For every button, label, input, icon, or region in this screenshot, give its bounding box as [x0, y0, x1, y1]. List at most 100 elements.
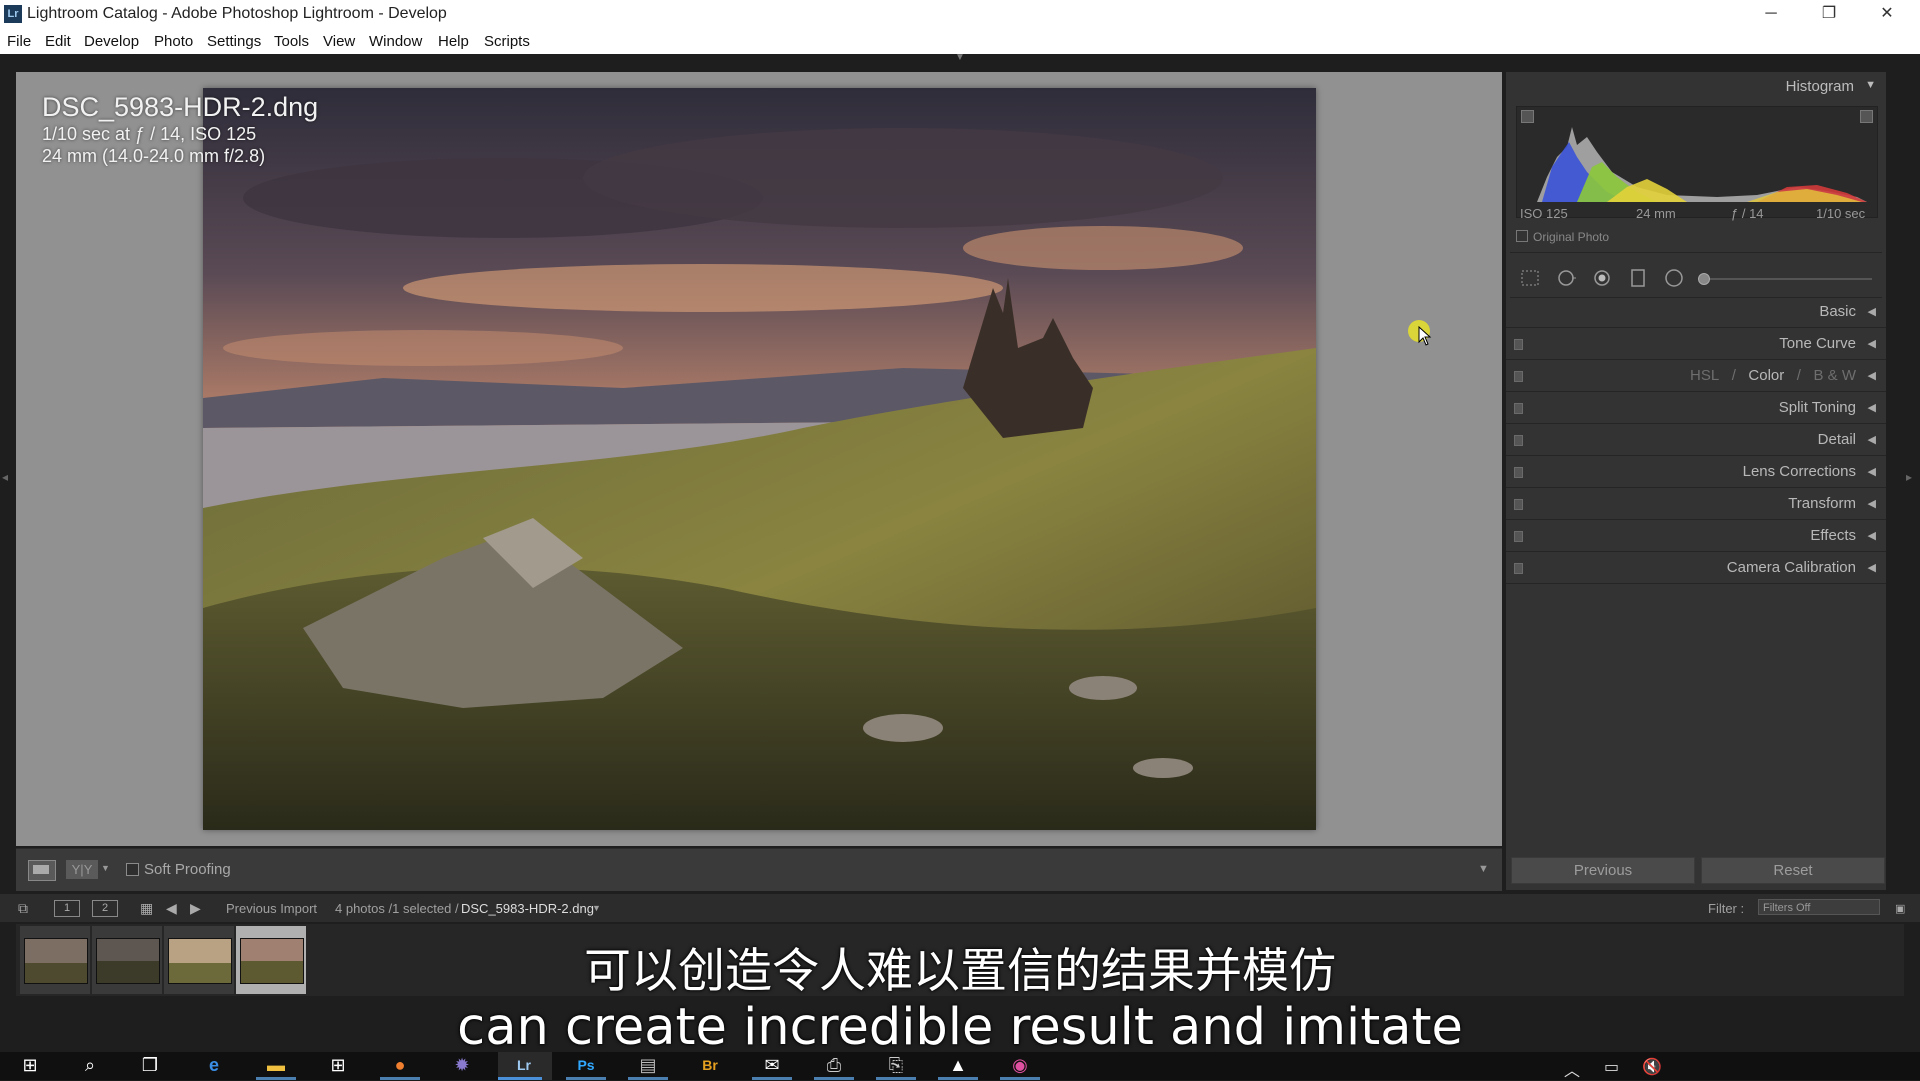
scanner-app-icon[interactable]: ⎘ [874, 1052, 918, 1080]
back-arrow-icon[interactable]: ◀ [166, 900, 177, 917]
forward-arrow-icon[interactable]: ▶ [190, 900, 201, 917]
bridge-icon[interactable]: Br [688, 1052, 732, 1080]
original-photo-label: Original Photo [1533, 230, 1610, 244]
tone-curve-switch[interactable] [1514, 339, 1523, 350]
menu-help[interactable]: Help [438, 33, 469, 50]
section-detail[interactable]: Detail ◀ [1506, 424, 1886, 456]
firefox-icon[interactable]: ● [378, 1052, 422, 1080]
shadow-clipping-toggle[interactable] [1521, 110, 1534, 123]
menu-window[interactable]: Window [369, 33, 422, 50]
menu-tools[interactable]: Tools [274, 33, 309, 50]
detail-switch[interactable] [1514, 435, 1523, 446]
color-tab[interactable]: Color [1748, 367, 1784, 384]
section-detail-expand-icon[interactable]: ◀ [1868, 433, 1876, 446]
crop-overlay-icon[interactable] [1520, 268, 1540, 288]
photoshop-taskbar-icon[interactable]: Ps [564, 1052, 608, 1080]
section-hsl-color-bw[interactable]: HSL / Color / B & W ◀ [1506, 360, 1886, 392]
before-after-button[interactable]: Y|Y [66, 860, 98, 879]
filename-dropdown-icon[interactable]: ▼ [592, 903, 601, 913]
section-tone-curve[interactable]: Tone Curve ◀ [1506, 328, 1886, 360]
secondary-display-icon[interactable]: ⧉ [18, 900, 28, 917]
volume-muted-icon[interactable]: 🔇 [1642, 1057, 1662, 1077]
menu-edit[interactable]: Edit [45, 33, 71, 50]
split-toning-switch[interactable] [1514, 403, 1523, 414]
filter-lock-icon[interactable]: ▣ [1895, 902, 1905, 915]
search-icon[interactable]: ⌕ [68, 1052, 112, 1080]
photos-icon[interactable]: ▲ [936, 1052, 980, 1080]
section-effects-expand-icon[interactable]: ◀ [1868, 529, 1876, 542]
menu-file[interactable]: File [7, 33, 31, 50]
red-eye-icon[interactable] [1592, 268, 1612, 288]
previous-button[interactable]: Previous [1511, 857, 1695, 884]
section-lens-corrections-expand-icon[interactable]: ◀ [1868, 465, 1876, 478]
bw-tab[interactable]: B & W [1813, 367, 1856, 384]
highlight-clipping-toggle[interactable] [1860, 110, 1873, 123]
transform-switch[interactable] [1514, 499, 1523, 510]
section-basic-expand-icon[interactable]: ◀ [1868, 305, 1876, 318]
section-tone-curve-expand-icon[interactable]: ◀ [1868, 337, 1876, 350]
adjustment-brush-knob[interactable] [1698, 273, 1710, 285]
battery-icon[interactable]: ▭ [1604, 1057, 1619, 1077]
selected-filename[interactable]: DSC_5983-HDR-2.dng [461, 901, 594, 916]
section-camera-calibration-expand-icon[interactable]: ◀ [1868, 561, 1876, 574]
histogram-collapse-icon[interactable]: ▼ [1865, 79, 1876, 91]
close-button[interactable]: ✕ [1858, 0, 1916, 29]
section-camera-calibration[interactable]: Camera Calibration ◀ [1506, 552, 1886, 584]
top-panel-toggle-icon[interactable]: ▼ [953, 53, 967, 63]
folder-app-icon[interactable]: ▤ [626, 1052, 670, 1080]
histogram[interactable] [1516, 106, 1878, 218]
minimize-button[interactable]: ─ [1742, 0, 1800, 29]
section-lens-corrections[interactable]: Lens Corrections ◀ [1506, 456, 1886, 488]
original-photo-toggle[interactable]: Original Photo [1516, 230, 1609, 244]
section-split-toning[interactable]: Split Toning ◀ [1506, 392, 1886, 424]
before-after-dropdown-icon[interactable]: ▼ [101, 863, 110, 873]
menu-photo[interactable]: Photo [154, 33, 193, 50]
mail-icon[interactable]: ✉ [750, 1052, 794, 1080]
main-window-button[interactable]: 1 [54, 900, 80, 917]
landscape-photo[interactable] [203, 88, 1316, 830]
filter-select[interactable]: Filters Off [1758, 899, 1880, 915]
effects-switch[interactable] [1514, 531, 1523, 542]
file-explorer-icon[interactable]: ▬ [254, 1052, 298, 1080]
toolbar-options-icon[interactable]: ▼ [1478, 863, 1489, 875]
grid-view-icon[interactable]: ▦ [140, 900, 153, 917]
color-app-icon[interactable]: ◉ [998, 1052, 1042, 1080]
adjustment-brush-track[interactable] [1702, 278, 1872, 280]
loupe-view-button[interactable] [28, 860, 56, 881]
second-window-button[interactable]: 2 [92, 900, 118, 917]
hsl-switch[interactable] [1514, 371, 1523, 382]
hsl-tab[interactable]: HSL [1690, 367, 1719, 384]
section-hsl-expand-icon[interactable]: ◀ [1868, 369, 1876, 382]
windows-start-icon[interactable]: ⊞ [8, 1052, 52, 1080]
task-view-icon[interactable]: ❐ [128, 1052, 172, 1080]
section-transform[interactable]: Transform ◀ [1506, 488, 1886, 520]
left-panel-toggle-icon[interactable]: ◂ [2, 470, 8, 484]
menu-settings[interactable]: Settings [207, 33, 261, 50]
lightroom-taskbar-icon[interactable]: Lr [498, 1052, 552, 1080]
reset-button[interactable]: Reset [1701, 857, 1885, 884]
edge-icon[interactable]: e [192, 1052, 236, 1080]
radial-filter-icon[interactable] [1664, 268, 1684, 288]
printer-app-icon[interactable]: ⎙ [812, 1052, 856, 1080]
lens-corrections-switch[interactable] [1514, 467, 1523, 478]
section-transform-expand-icon[interactable]: ◀ [1868, 497, 1876, 510]
menu-view[interactable]: View [323, 33, 355, 50]
histogram-header[interactable]: Histogram ▼ [1506, 72, 1886, 102]
tray-expand-icon[interactable]: ︿ [1564, 1057, 1580, 1081]
section-basic[interactable]: Basic ◀ [1506, 296, 1886, 328]
section-effects[interactable]: Effects ◀ [1506, 520, 1886, 552]
original-photo-checkbox[interactable] [1516, 230, 1528, 242]
right-panel-toggle-icon[interactable]: ▸ [1906, 470, 1912, 484]
store-icon[interactable]: ⊞ [316, 1052, 360, 1080]
section-tone-curve-label: Tone Curve [1779, 335, 1856, 352]
menu-scripts[interactable]: Scripts [484, 33, 530, 50]
settings-gear-icon[interactable]: ✹ [440, 1052, 484, 1080]
camera-calibration-switch[interactable] [1514, 563, 1523, 574]
spot-removal-icon[interactable] [1556, 268, 1576, 288]
filmstrip-source[interactable]: Previous Import [226, 901, 317, 916]
maximize-button[interactable]: ❐ [1800, 0, 1858, 29]
soft-proofing-checkbox[interactable] [126, 863, 139, 876]
menu-develop[interactable]: Develop [84, 33, 139, 50]
section-split-toning-expand-icon[interactable]: ◀ [1868, 401, 1876, 414]
graduated-filter-icon[interactable] [1628, 268, 1648, 288]
